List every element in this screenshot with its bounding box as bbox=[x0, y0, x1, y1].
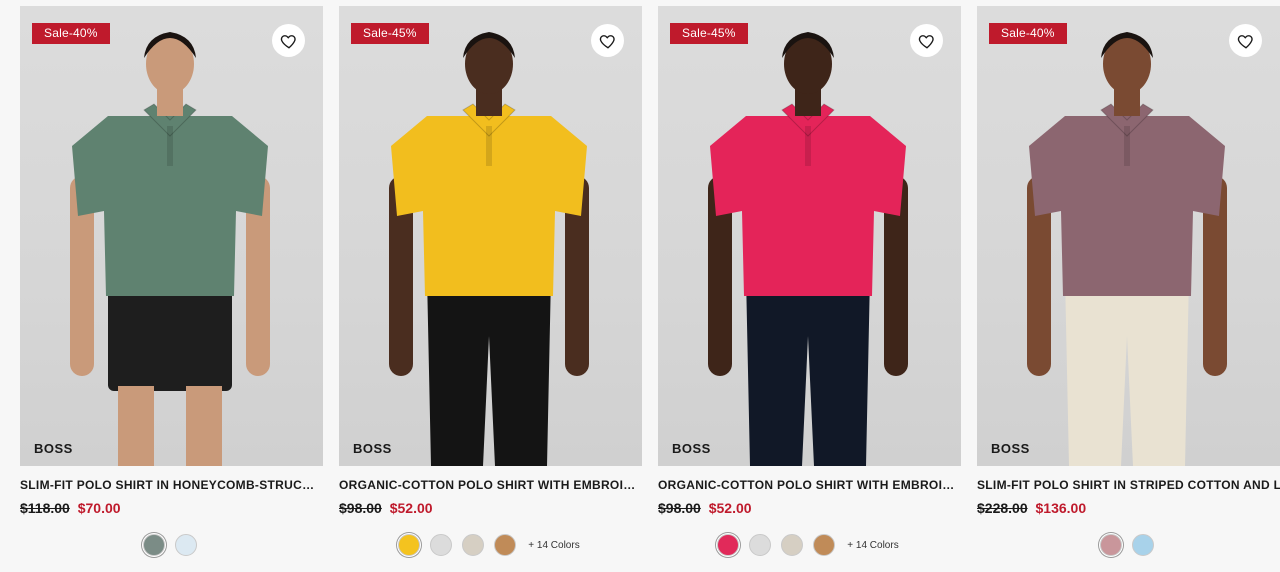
brand-label: BOSS bbox=[353, 441, 392, 456]
heart-icon bbox=[599, 34, 615, 49]
color-swatch[interactable] bbox=[430, 534, 453, 556]
model-trousers bbox=[1065, 276, 1189, 466]
sale-badge: Sale-40% bbox=[989, 23, 1067, 44]
sale-price: $52.00 bbox=[389, 500, 433, 516]
model-placket bbox=[805, 126, 811, 166]
heart-icon bbox=[1237, 34, 1253, 49]
price-row: $98.00 $52.00 bbox=[339, 500, 433, 516]
brand-label: BOSS bbox=[34, 441, 73, 456]
model-trousers bbox=[746, 276, 870, 466]
model-leg bbox=[118, 386, 154, 466]
model-trousers bbox=[427, 276, 551, 466]
model-figure bbox=[70, 32, 270, 466]
color-swatch[interactable] bbox=[749, 534, 772, 556]
color-swatch[interactable] bbox=[813, 534, 836, 556]
color-swatch[interactable] bbox=[1132, 534, 1154, 556]
color-swatch[interactable] bbox=[398, 534, 421, 556]
price-row: $98.00 $52.00 bbox=[658, 500, 752, 516]
color-swatches: + 14 Colors bbox=[319, 534, 659, 556]
product-card[interactable]: Sale-45% BOSS ORGANIC-COTTON POLO SHIRT … bbox=[638, 0, 961, 572]
color-swatches bbox=[0, 534, 340, 556]
sale-badge: Sale-45% bbox=[670, 23, 748, 44]
product-image[interactable]: Sale-40% BOSS bbox=[977, 6, 1280, 466]
sale-price: $70.00 bbox=[77, 500, 121, 516]
model-figure bbox=[389, 32, 589, 466]
color-swatches bbox=[957, 534, 1280, 556]
color-swatch[interactable] bbox=[494, 534, 517, 556]
brand-label: BOSS bbox=[991, 441, 1030, 456]
model-placket bbox=[167, 126, 173, 166]
sale-price: $136.00 bbox=[1035, 500, 1087, 516]
wishlist-button[interactable] bbox=[272, 24, 305, 57]
color-swatch[interactable] bbox=[717, 534, 740, 556]
sale-badge: Sale-40% bbox=[32, 23, 110, 44]
color-swatch[interactable] bbox=[1100, 534, 1122, 556]
original-price: $98.00 bbox=[658, 500, 701, 516]
sale-badge: Sale-45% bbox=[351, 23, 429, 44]
brand-label: BOSS bbox=[672, 441, 711, 456]
product-card[interactable]: Sale-40% BOSS SLIM-FIT POLO SHIRT IN HON… bbox=[0, 0, 323, 572]
heart-icon bbox=[918, 34, 934, 49]
product-image[interactable]: Sale-45% BOSS bbox=[339, 6, 642, 466]
wishlist-button[interactable] bbox=[910, 24, 943, 57]
product-title[interactable]: ORGANIC-COTTON POLO SHIRT WITH EMBROIDER… bbox=[658, 478, 958, 492]
product-image[interactable]: Sale-40% BOSS bbox=[20, 6, 323, 466]
original-price: $228.00 bbox=[977, 500, 1028, 516]
heart-icon bbox=[280, 34, 296, 49]
product-title[interactable]: ORGANIC-COTTON POLO SHIRT WITH EMBROIDER… bbox=[339, 478, 639, 492]
original-price: $118.00 bbox=[20, 500, 70, 516]
color-swatch[interactable] bbox=[462, 534, 485, 556]
product-card[interactable]: Sale-45% BOSS ORGANIC-COTTON POLO SHIRT … bbox=[319, 0, 642, 572]
color-swatches: + 14 Colors bbox=[638, 534, 978, 556]
original-price: $98.00 bbox=[339, 500, 382, 516]
color-swatch[interactable] bbox=[781, 534, 804, 556]
model-figure bbox=[1027, 32, 1227, 466]
model-figure bbox=[708, 32, 908, 466]
color-swatch[interactable] bbox=[143, 534, 165, 556]
product-grid: Sale-40% BOSS SLIM-FIT POLO SHIRT IN HON… bbox=[0, 0, 1280, 572]
product-image[interactable]: Sale-45% BOSS bbox=[658, 6, 961, 466]
model-placket bbox=[1124, 126, 1130, 166]
product-card[interactable]: Sale-40% BOSS SLIM-FIT POLO SHIRT IN STR… bbox=[957, 0, 1280, 572]
more-colors-link[interactable]: + 14 Colors bbox=[847, 540, 898, 551]
sale-price: $52.00 bbox=[708, 500, 752, 516]
more-colors-link[interactable]: + 14 Colors bbox=[528, 540, 579, 551]
product-title[interactable]: SLIM-FIT POLO SHIRT IN HONEYCOMB-STRUCTU… bbox=[20, 478, 320, 492]
wishlist-button[interactable] bbox=[591, 24, 624, 57]
color-swatch[interactable] bbox=[175, 534, 197, 556]
model-placket bbox=[486, 126, 492, 166]
wishlist-button[interactable] bbox=[1229, 24, 1262, 57]
price-row: $118.00 $70.00 bbox=[20, 500, 121, 516]
model-leg bbox=[186, 386, 222, 466]
price-row: $228.00 $136.00 bbox=[977, 500, 1086, 516]
product-title[interactable]: SLIM-FIT POLO SHIRT IN STRIPED COTTON AN… bbox=[977, 478, 1280, 492]
